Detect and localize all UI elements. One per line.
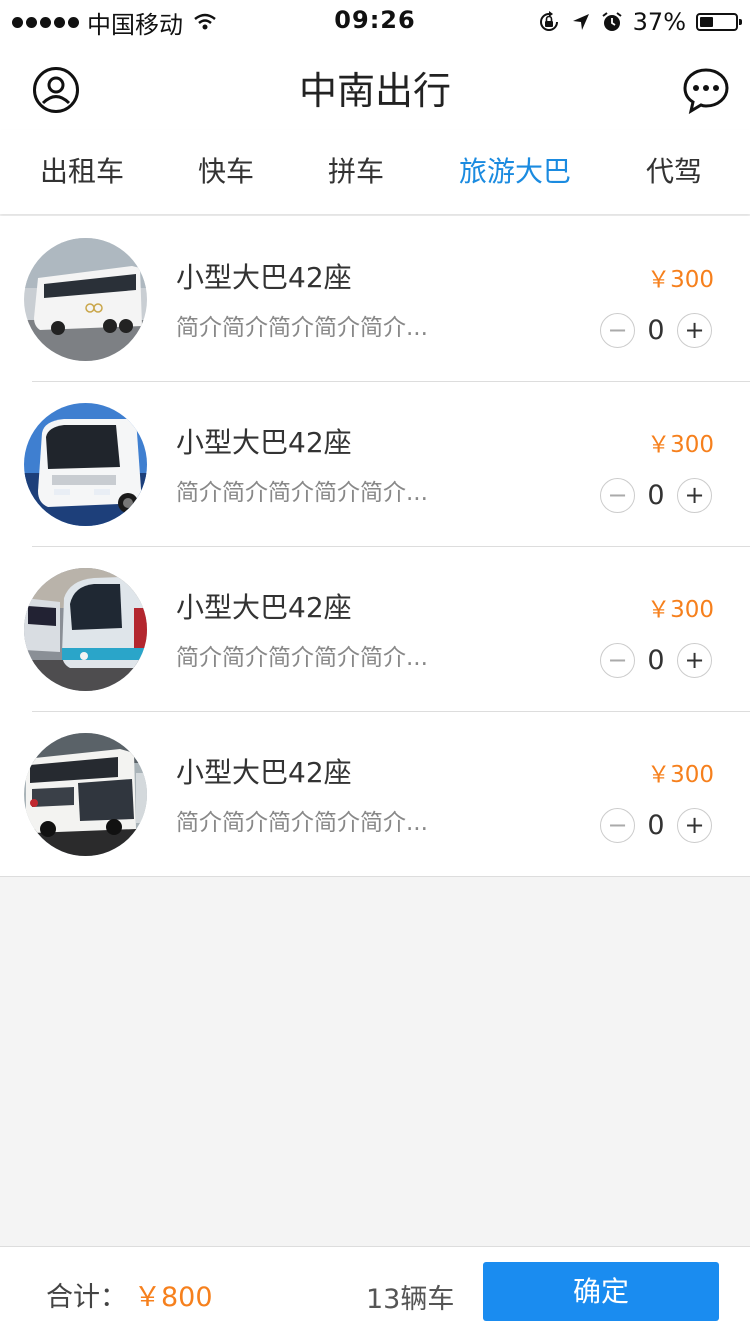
- decrease-button[interactable]: −: [600, 642, 635, 678]
- item-price: ￥300: [647, 762, 714, 788]
- list-item[interactable]: 小型大巴42座 简介简介简介简介简介... ￥300 − 0 +: [0, 216, 750, 381]
- list-item[interactable]: 小型大巴42座 简介简介简介简介简介... ￥300 − 0 +: [0, 381, 750, 546]
- total-label: 合计：: [46, 1282, 127, 1313]
- tab-express[interactable]: 快车: [198, 130, 254, 214]
- item-description: 简介简介简介简介简介...: [176, 645, 428, 671]
- quantity-stepper: − 0 +: [600, 476, 712, 514]
- item-description: 简介简介简介简介简介...: [176, 480, 428, 506]
- item-name: 小型大巴42座: [176, 756, 352, 789]
- tab-taxi[interactable]: 出租车: [40, 130, 124, 214]
- item-price: ￥300: [647, 432, 714, 458]
- quantity-value: 0: [647, 644, 665, 676]
- item-name: 小型大巴42座: [176, 261, 352, 294]
- increase-button[interactable]: +: [677, 807, 712, 843]
- app-header: 中南出行: [0, 42, 750, 130]
- list-item[interactable]: 小型大巴42座 简介简介简介简介简介... ￥300 − 0 +: [0, 546, 750, 711]
- decrease-button[interactable]: −: [600, 312, 635, 348]
- decrease-button[interactable]: −: [600, 807, 635, 843]
- item-description: 简介简介简介简介简介...: [176, 810, 428, 836]
- battery-percent: 37%: [632, 8, 686, 36]
- total-price: ￥800: [134, 1282, 213, 1313]
- quantity-stepper: − 0 +: [600, 641, 712, 679]
- category-tabs: 出租车 快车 拼车 旅游大巴 代驾: [0, 130, 750, 214]
- increase-button[interactable]: +: [677, 642, 712, 678]
- item-name: 小型大巴42座: [176, 591, 352, 624]
- location-arrow-icon: [572, 14, 589, 30]
- coach-thumbnail: [24, 568, 147, 691]
- increase-button[interactable]: +: [677, 477, 712, 513]
- message-icon[interactable]: [682, 66, 730, 114]
- item-name: 小型大巴42座: [176, 426, 352, 459]
- rotation-lock-icon: [539, 11, 558, 31]
- quantity-value: 0: [647, 809, 665, 841]
- minus-icon: −: [607, 646, 628, 674]
- confirm-button[interactable]: 确定: [483, 1262, 719, 1321]
- minus-icon: −: [607, 316, 628, 344]
- plus-icon: +: [684, 316, 705, 344]
- quantity-stepper: − 0 +: [600, 806, 712, 844]
- page-title: 中南出行: [298, 69, 451, 113]
- quantity-value: 0: [647, 479, 665, 511]
- item-price: ￥300: [647, 267, 714, 293]
- tab-tour-bus[interactable]: 旅游大巴: [459, 130, 571, 214]
- increase-button[interactable]: +: [677, 312, 712, 348]
- item-price: ￥300: [647, 597, 714, 623]
- decrease-button[interactable]: −: [600, 477, 635, 513]
- quantity-stepper: − 0 +: [600, 311, 712, 349]
- alarm-icon: [602, 12, 622, 31]
- minus-icon: −: [607, 811, 628, 839]
- tab-designated-driver[interactable]: 代驾: [646, 130, 702, 214]
- status-bar-right: 37%: [537, 6, 742, 38]
- battery-icon: [696, 13, 742, 31]
- plus-icon: +: [684, 481, 705, 509]
- quantity-value: 0: [647, 314, 665, 346]
- item-description: 简介简介简介简介简介...: [176, 315, 428, 341]
- bus-list: 小型大巴42座 简介简介简介简介简介... ￥300 − 0 + 小型大巴42座: [0, 216, 750, 877]
- plus-icon: +: [684, 646, 705, 674]
- car-count: 13辆车: [366, 1284, 455, 1315]
- plus-icon: +: [684, 811, 705, 839]
- coach-thumbnail: [24, 733, 147, 856]
- status-bar: 中国移动 09:26 37%: [0, 0, 750, 42]
- tab-carpool[interactable]: 拼车: [328, 130, 384, 214]
- minus-icon: −: [607, 481, 628, 509]
- coach-thumbnail: [24, 238, 147, 361]
- order-footer: 合计： ￥800 13辆车 确定: [0, 1246, 750, 1334]
- coach-thumbnail: [24, 403, 147, 526]
- list-item[interactable]: 小型大巴42座 简介简介简介简介简介... ￥300 − 0 +: [0, 711, 750, 876]
